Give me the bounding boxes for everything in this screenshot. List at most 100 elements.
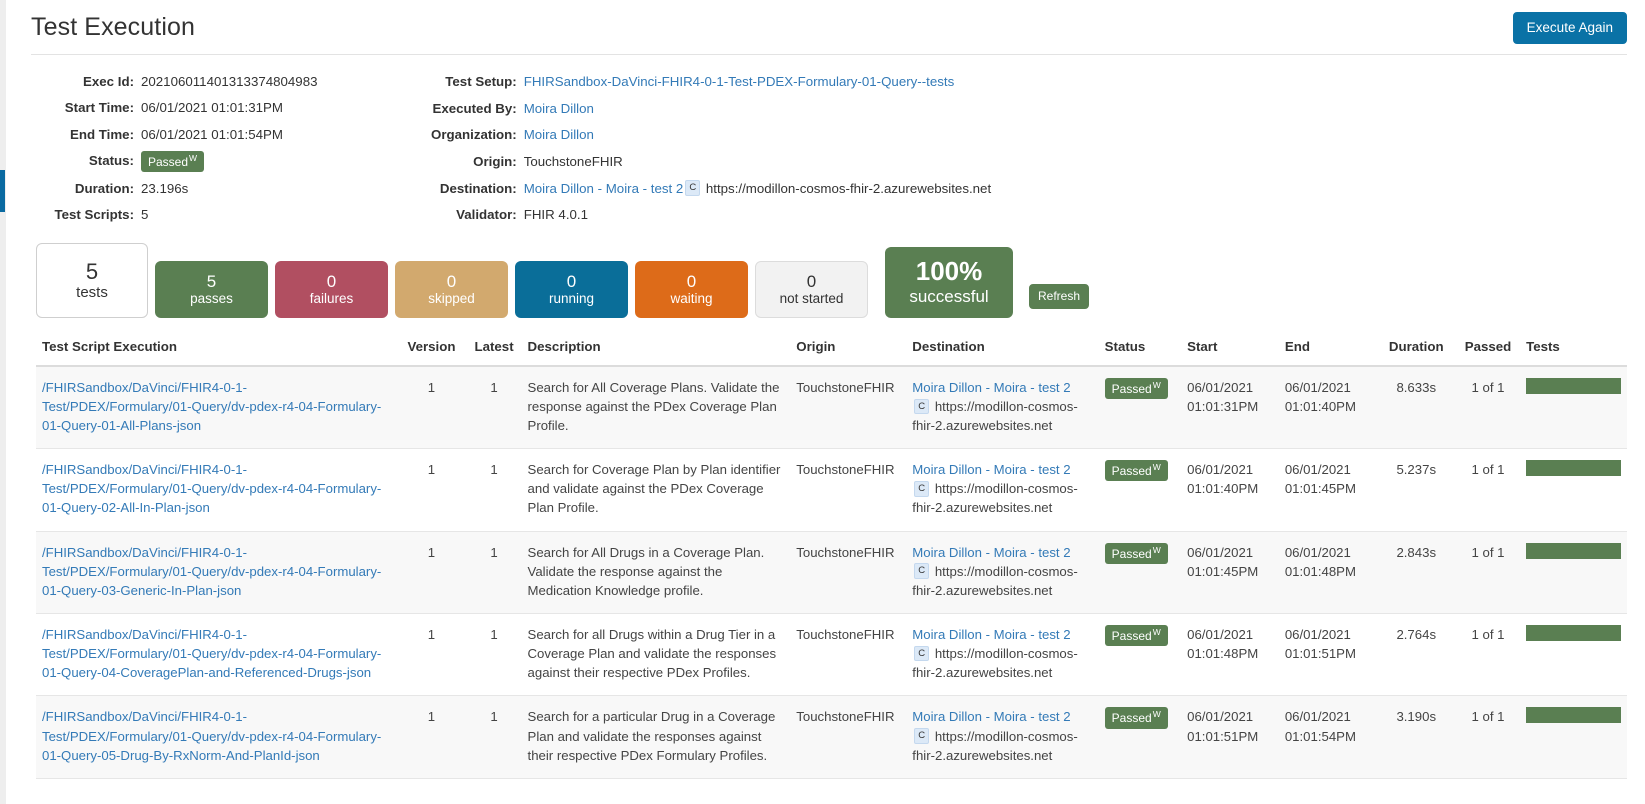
- column-header-passed[interactable]: Passed: [1455, 333, 1521, 367]
- test-script-link[interactable]: /FHIRSandbox/DaVinci/FHIR4-0-1-Test/PDEX…: [42, 545, 381, 598]
- cell-passed: 1 of 1: [1455, 613, 1521, 697]
- tests-progress-fill: [1526, 460, 1621, 477]
- counter-value: 5: [85, 258, 99, 284]
- conformance-badge[interactable]: C: [914, 728, 930, 744]
- destination-link[interactable]: Moira Dillon - Moira - test 2: [912, 380, 1070, 395]
- status-badge-superscript: W: [189, 152, 198, 163]
- destination-link[interactable]: Moira Dillon - Moira - test 2: [524, 181, 684, 196]
- table-header-row: Test Script Execution Version Latest Descri…: [36, 333, 1627, 367]
- status-badge: PassedW: [141, 150, 205, 173]
- destination-link[interactable]: Moira Dillon - Moira - test 2: [912, 545, 1070, 560]
- table-row[interactable]: /FHIRSandbox/DaVinci/FHIR4-0-1-Test/PDEX…: [36, 448, 1627, 532]
- column-header-description[interactable]: Description: [521, 333, 791, 367]
- execute-again-button[interactable]: Execute Again: [1512, 12, 1627, 45]
- destination-link[interactable]: Moira Dillon - Moira - test 2: [912, 627, 1070, 642]
- counter-value: 0: [686, 271, 697, 291]
- metadata-link[interactable]: Moira Dillon: [524, 101, 594, 116]
- metadata-value: FHIR 4.0.1: [523, 207, 588, 223]
- counter-card-notstarted[interactable]: 0 not started: [755, 260, 868, 318]
- counter-card-passes[interactable]: 5 passes: [155, 260, 268, 318]
- column-header-duration[interactable]: Duration: [1376, 333, 1456, 367]
- cell-passed: 1 of 1: [1455, 531, 1521, 614]
- tests-progress-track: [1526, 460, 1621, 477]
- test-script-link[interactable]: /FHIRSandbox/DaVinci/FHIR4-0-1-Test/PDEX…: [42, 380, 381, 433]
- cell-version: 1: [396, 365, 467, 450]
- column-header-end[interactable]: End: [1278, 333, 1377, 367]
- table-row[interactable]: /FHIRSandbox/DaVinci/FHIR4-0-1-Test/PDEX…: [36, 613, 1627, 697]
- cell-version: 1: [396, 695, 467, 779]
- destination-link[interactable]: Moira Dillon - Moira - test 2: [912, 709, 1070, 724]
- counter-card-failures[interactable]: 0 failures: [275, 260, 388, 318]
- table-row[interactable]: /FHIRSandbox/DaVinci/FHIR4-0-1-Test/PDEX…: [36, 365, 1627, 450]
- test-script-link[interactable]: /FHIRSandbox/DaVinci/FHIR4-0-1-Test/PDEX…: [42, 709, 381, 762]
- status-badge-superscript: W: [1152, 379, 1161, 390]
- column-header-tests[interactable]: Tests: [1520, 333, 1627, 367]
- status-badge-label: Passed: [148, 154, 189, 169]
- metadata-value: 06/01/2021 01:01:31PM: [141, 100, 283, 116]
- counter-label: skipped: [428, 291, 475, 307]
- cell-test-script-execution: /FHIRSandbox/DaVinci/FHIR4-0-1-Test/PDEX…: [36, 613, 397, 697]
- metadata-label: Destination:: [439, 180, 517, 196]
- column-header-start[interactable]: Start: [1181, 333, 1279, 367]
- conformance-badge[interactable]: C: [914, 481, 930, 497]
- counter-card-tests[interactable]: 5 tests: [36, 242, 148, 318]
- conformance-badge[interactable]: C: [914, 645, 930, 662]
- metadata-row: Status: PassedW: [31, 148, 431, 176]
- status-badge[interactable]: PassedW: [1104, 624, 1168, 647]
- metadata-row: Executed By: Moira Dillon: [431, 96, 991, 123]
- test-script-link[interactable]: /FHIRSandbox/DaVinci/FHIR4-0-1-Test/PDEX…: [42, 462, 381, 515]
- metadata-link[interactable]: Moira Dillon: [524, 127, 594, 142]
- cell-passed: 1 of 1: [1455, 448, 1521, 532]
- metadata-value: Moira Dillon - Moira - test 2C https://m…: [524, 176, 991, 203]
- tests-progress-fill: [1526, 377, 1621, 394]
- metadata-row: Test Scripts: 5: [31, 202, 431, 228]
- page-scrollbar-thumb[interactable]: [0, 170, 5, 212]
- column-header-origin[interactable]: Origin: [790, 333, 907, 367]
- cell-duration: 3.190s: [1376, 695, 1456, 779]
- cell-status: PassedW: [1098, 531, 1182, 614]
- table-row[interactable]: /FHIRSandbox/DaVinci/FHIR4-0-1-Test/PDEX…: [36, 531, 1627, 614]
- cell-end: 06/01/2021 01:01:54PM: [1278, 695, 1377, 779]
- counter-value: 0: [566, 271, 577, 291]
- conformance-badge[interactable]: C: [914, 398, 930, 415]
- cell-latest: 1: [466, 448, 522, 532]
- cell-origin: TouchstoneFHIR: [790, 448, 907, 532]
- metadata-row: Destination: Moira Dillon - Moira - test …: [431, 176, 991, 203]
- table-row[interactable]: /FHIRSandbox/DaVinci/FHIR4-0-1-Test/PDEX…: [36, 695, 1627, 779]
- metadata-row: Duration: 23.196s: [31, 176, 431, 202]
- column-header-latest[interactable]: Latest: [466, 333, 522, 367]
- column-header-status[interactable]: Status: [1098, 333, 1182, 367]
- status-badge[interactable]: PassedW: [1104, 707, 1168, 729]
- counter-card-success[interactable]: 100% successful: [885, 246, 1013, 318]
- counter-card-running[interactable]: 0 running: [515, 260, 628, 318]
- tests-progress-track: [1526, 377, 1621, 394]
- cell-start: 06/01/2021 01:01:45PM: [1181, 531, 1279, 614]
- refresh-button[interactable]: Refresh: [1029, 284, 1090, 309]
- status-badge[interactable]: PassedW: [1104, 460, 1168, 482]
- status-badge[interactable]: PassedW: [1104, 542, 1168, 564]
- cell-latest: 1: [466, 531, 522, 614]
- column-header-destination[interactable]: Destination: [906, 333, 1099, 367]
- conformance-badge[interactable]: C: [685, 180, 701, 196]
- counter-value: 0: [446, 271, 457, 291]
- test-script-link[interactable]: /FHIRSandbox/DaVinci/FHIR4-0-1-Test/PDEX…: [42, 627, 381, 680]
- cell-end: 06/01/2021 01:01:45PM: [1278, 448, 1377, 532]
- counter-card-waiting[interactable]: 0 waiting: [635, 260, 748, 318]
- cell-destination: Moira Dillon - Moira - test 2 C https://…: [906, 613, 1099, 697]
- counter-card-skipped[interactable]: 0 skipped: [395, 260, 508, 318]
- status-badge[interactable]: PassedW: [1104, 377, 1168, 399]
- tests-progress-track: [1526, 624, 1621, 641]
- cell-end: 06/01/2021 01:01:48PM: [1278, 531, 1377, 614]
- status-badge-label: Passed: [1111, 381, 1152, 396]
- cell-description: Search for All Coverage Plans. Validate …: [521, 365, 791, 450]
- destination-link[interactable]: Moira Dillon - Moira - test 2: [912, 462, 1070, 477]
- counter-value: 100%: [915, 256, 983, 287]
- conformance-badge[interactable]: C: [914, 563, 930, 579]
- destination-url: https://modillon-cosmos-fhir-2.azurewebs…: [702, 180, 992, 196]
- column-header-test-script-execution[interactable]: Test Script Execution: [36, 333, 397, 367]
- destination-url: https://modillon-cosmos-fhir-2.azurewebs…: [912, 563, 1078, 598]
- metadata-right-column: Test Setup: FHIRSandbox-DaVinci-FHIR4-0-1…: [431, 69, 991, 229]
- column-header-version[interactable]: Version: [396, 333, 467, 367]
- metadata-label: Duration:: [74, 181, 134, 197]
- metadata-link[interactable]: FHIRSandbox-DaVinci-FHIR4-0-1-Test-PDEX-…: [524, 74, 955, 89]
